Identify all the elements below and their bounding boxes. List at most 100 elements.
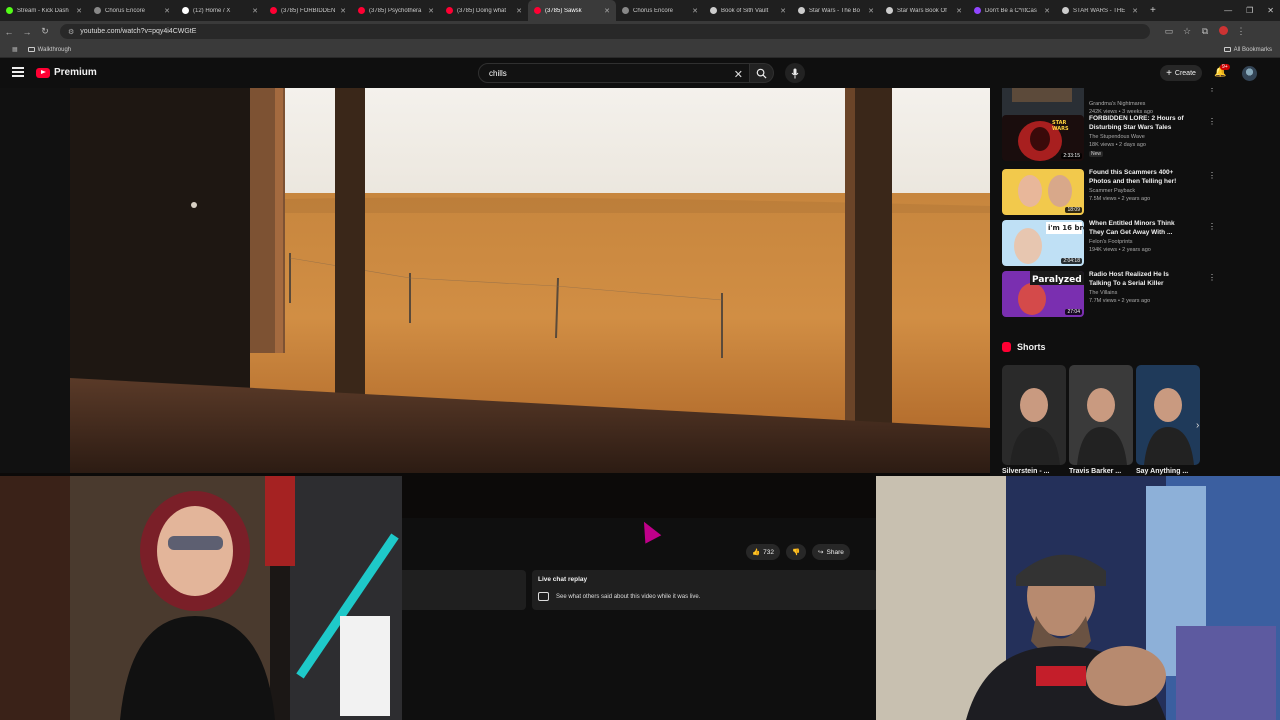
close-tab-icon[interactable]: ✕ — [692, 7, 698, 15]
close-tab-icon[interactable]: ✕ — [252, 7, 258, 15]
clear-search-icon[interactable]: ✕ — [734, 68, 743, 81]
channel-name[interactable]: The Stupendous Wave — [1089, 134, 1145, 140]
close-tab-icon[interactable]: ✕ — [604, 7, 610, 15]
tab-title: Star Wars - The Bo — [809, 7, 861, 14]
youtube-logo[interactable]: Premium — [36, 67, 97, 78]
more-options-icon[interactable]: ⋮ — [1208, 117, 1216, 126]
video-title[interactable]: When Entitled Minors Think They Can Get … — [1089, 220, 1189, 237]
tab-title: Chorus Encore — [105, 7, 146, 14]
close-window-icon[interactable]: ✕ — [1267, 6, 1274, 15]
back-icon[interactable]: ← — [0, 27, 18, 37]
thumbs-up-icon: 👍 — [752, 549, 761, 556]
dislike-button[interactable]: 👎 — [785, 544, 807, 560]
recommended-video[interactable]: 18:09 Found this Scammers 400+ Photos and… — [1002, 169, 1216, 217]
close-tab-icon[interactable]: ✕ — [428, 7, 434, 15]
profile-icon[interactable] — [1214, 26, 1232, 37]
close-tab-icon[interactable]: ✕ — [1044, 7, 1050, 15]
recommended-video[interactable]: Paralyzed 27:04 Radio Host Realized He Is … — [1002, 271, 1216, 319]
channel-name[interactable]: Felon's Footprints — [1089, 239, 1133, 245]
tab-title: Book of Sith Vault — [721, 7, 769, 14]
forward-icon[interactable]: → — [18, 27, 36, 37]
close-tab-icon[interactable]: ✕ — [956, 7, 962, 15]
video-thumbnail[interactable]: STAR WARS 2:33:15 — [1002, 115, 1084, 161]
browser-tab[interactable]: (3785) FORBIDDEN ✕ — [264, 0, 352, 21]
description-box[interactable] — [402, 570, 526, 610]
live-chat-replay-panel[interactable]: Live chat replay See what others said ab… — [532, 570, 878, 610]
search-input[interactable] — [487, 67, 717, 79]
video-title[interactable]: Found this Scammers 400+ Photos and then… — [1089, 169, 1189, 186]
search-button[interactable] — [750, 63, 774, 83]
live-chat-title: Live chat replay — [538, 576, 588, 583]
close-tab-icon[interactable]: ✕ — [868, 7, 874, 15]
recommended-video[interactable]: STAR WARS 2:33:15 FORBIDDEN LORE: 2 Hours o… — [1002, 115, 1216, 163]
bookmark-star-icon[interactable]: ☆ — [1178, 26, 1196, 37]
browser-tab[interactable]: (3785) Sawsk ✕ — [528, 0, 616, 21]
bookmark-walkthrough[interactable]: Walkthrough — [27, 47, 71, 53]
browser-tab[interactable]: Star Wars Book Of ✕ — [880, 0, 968, 21]
more-options-icon[interactable]: ⋮ — [1208, 171, 1216, 180]
tab-favicon-icon — [534, 7, 541, 14]
browser-menu-icon[interactable]: ⋮ — [1232, 26, 1250, 37]
maximize-icon[interactable]: ❐ — [1246, 6, 1253, 15]
like-button[interactable]: 👍 732 — [746, 544, 780, 560]
close-tab-icon[interactable]: ✕ — [780, 7, 786, 15]
short-card[interactable] — [1002, 365, 1066, 465]
browser-tab[interactable]: STAR WARS - THE ✕ — [1056, 0, 1144, 21]
recommended-video[interactable]: i'm 16 bro 2:04:18 When Entitled Minors Th… — [1002, 220, 1216, 268]
apps-icon[interactable]: ▦ — [12, 46, 18, 53]
minimize-icon[interactable]: — — [1224, 6, 1232, 15]
reload-icon[interactable]: ↻ — [36, 26, 54, 37]
channel-name[interactable]: Grandma's Nightmares — [1089, 101, 1145, 107]
video-title[interactable]: Radio Host Realized He Is Talking To a S… — [1089, 271, 1189, 288]
account-avatar[interactable] — [1242, 66, 1257, 81]
extensions-icon[interactable]: ⧉ — [1196, 26, 1214, 37]
short-card[interactable] — [1069, 365, 1133, 465]
shorts-icon — [1002, 342, 1011, 352]
video-thumbnail[interactable]: 18:09 — [1002, 169, 1084, 215]
video-thumbnail[interactable]: Paralyzed 27:04 — [1002, 271, 1084, 317]
channel-name[interactable]: The Villains — [1089, 290, 1117, 296]
video-player[interactable] — [0, 88, 990, 518]
browser-tab[interactable]: Book of Sith Vault ✕ — [704, 0, 792, 21]
shorts-next-icon[interactable]: › — [1196, 420, 1199, 431]
share-icon: ↪ — [818, 549, 824, 556]
more-options-icon[interactable]: ⋮ — [1208, 88, 1216, 93]
close-tab-icon[interactable]: ✕ — [340, 7, 346, 15]
more-options-icon[interactable]: ⋮ — [1208, 273, 1216, 282]
close-tab-icon[interactable]: ✕ — [1132, 7, 1138, 15]
share-button[interactable]: ↪ Share — [812, 544, 850, 560]
browser-tab[interactable]: Chorus Encore ✕ — [616, 0, 704, 21]
bookmarks-bar: ▦ Walkthrough All Bookmarks — [0, 42, 1280, 58]
voice-search-button[interactable] — [785, 63, 805, 83]
browser-tab[interactable]: (12) Home / X ✕ — [176, 0, 264, 21]
search-box[interactable]: ✕ — [478, 63, 750, 83]
close-tab-icon[interactable]: ✕ — [164, 7, 170, 15]
bookmark-all[interactable]: All Bookmarks — [1223, 47, 1272, 53]
create-button[interactable]: + Create — [1160, 65, 1202, 81]
channel-name[interactable]: Scammer Payback — [1089, 188, 1135, 194]
folder-icon — [1223, 47, 1231, 52]
browser-tab[interactable]: (3785) Psychothera ✕ — [352, 0, 440, 21]
short-title[interactable]: Say Anything ... — [1136, 468, 1188, 475]
hamburger-menu-icon[interactable] — [12, 67, 24, 77]
short-card[interactable] — [1136, 365, 1200, 465]
browser-tab[interactable]: Chorus Encore ✕ — [88, 0, 176, 21]
more-options-icon[interactable]: ⋮ — [1208, 222, 1216, 231]
new-tab-button[interactable]: + — [1150, 5, 1156, 16]
video-thumbnail[interactable]: i'm 16 bro 2:04:18 — [1002, 220, 1084, 266]
short-title[interactable]: Travis Barker ... — [1069, 468, 1121, 475]
browser-tab[interactable]: Stream - Kick Dash ✕ — [0, 0, 88, 21]
url-field[interactable]: ⚙ youtube.com/watch?v=pqy4i4CWGtE — [60, 24, 1150, 39]
browser-tab[interactable]: (3785) Doing what ✕ — [440, 0, 528, 21]
short-title[interactable]: Silverstein - ... — [1002, 468, 1049, 475]
video-title[interactable]: FORBIDDEN LORE: 2 Hours of Disturbing St… — [1089, 115, 1189, 132]
browser-tab[interactable]: Don't Be a C*ntCas ✕ — [968, 0, 1056, 21]
browser-tab[interactable]: Star Wars - The Bo ✕ — [792, 0, 880, 21]
close-tab-icon[interactable]: ✕ — [76, 7, 82, 15]
cast-icon[interactable]: ▭ — [1160, 26, 1178, 37]
site-info-icon[interactable]: ⚙ — [68, 28, 74, 36]
window-controls: — ❐ ✕ — [1224, 0, 1274, 21]
youtube-play-icon — [36, 67, 50, 78]
browser-tab-bar: Stream - Kick Dash ✕ Chorus Encore ✕ (12) Ho… — [0, 0, 1280, 21]
close-tab-icon[interactable]: ✕ — [516, 7, 522, 15]
